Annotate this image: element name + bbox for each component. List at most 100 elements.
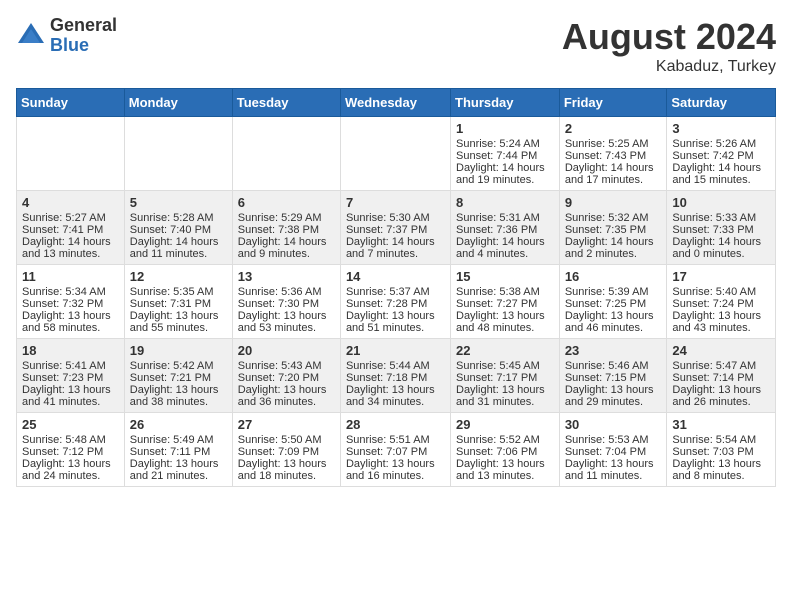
day-number: 9 xyxy=(565,195,662,210)
sunset-text: Sunset: 7:24 PM xyxy=(672,298,770,310)
sunset-text: Sunset: 7:14 PM xyxy=(672,372,770,384)
daylight-text: Daylight: 14 hours xyxy=(672,162,770,174)
sunrise-text: Sunrise: 5:47 AM xyxy=(672,360,770,372)
daylight-text: Daylight: 13 hours xyxy=(456,310,554,322)
logo: General Blue xyxy=(16,16,117,56)
sunrise-text: Sunrise: 5:32 AM xyxy=(565,212,662,224)
calendar-day-cell: 7Sunrise: 5:30 AMSunset: 7:37 PMDaylight… xyxy=(340,191,450,265)
sunset-text: Sunset: 7:12 PM xyxy=(22,446,119,458)
day-number: 7 xyxy=(346,195,445,210)
sunset-text: Sunset: 7:27 PM xyxy=(456,298,554,310)
sunset-text: Sunset: 7:06 PM xyxy=(456,446,554,458)
daylight-text: Daylight: 14 hours xyxy=(672,236,770,248)
daylight-text: and 17 minutes. xyxy=(565,174,662,186)
logo-icon xyxy=(16,21,46,51)
sunrise-text: Sunrise: 5:31 AM xyxy=(456,212,554,224)
sunrise-text: Sunrise: 5:40 AM xyxy=(672,286,770,298)
sunset-text: Sunset: 7:30 PM xyxy=(238,298,335,310)
calendar-day-cell: 16Sunrise: 5:39 AMSunset: 7:25 PMDayligh… xyxy=(559,265,667,339)
calendar-day-cell: 11Sunrise: 5:34 AMSunset: 7:32 PMDayligh… xyxy=(17,265,125,339)
sunset-text: Sunset: 7:15 PM xyxy=(565,372,662,384)
daylight-text: and 34 minutes. xyxy=(346,396,445,408)
day-number: 14 xyxy=(346,269,445,284)
sunset-text: Sunset: 7:11 PM xyxy=(130,446,227,458)
logo-text: General Blue xyxy=(50,16,117,56)
daylight-text: and 16 minutes. xyxy=(346,470,445,482)
daylight-text: Daylight: 13 hours xyxy=(130,310,227,322)
daylight-text: and 11 minutes. xyxy=(130,248,227,260)
calendar-day-cell: 22Sunrise: 5:45 AMSunset: 7:17 PMDayligh… xyxy=(451,339,560,413)
daylight-text: and 38 minutes. xyxy=(130,396,227,408)
sunrise-text: Sunrise: 5:30 AM xyxy=(346,212,445,224)
day-number: 30 xyxy=(565,417,662,432)
location-title: Kabaduz, Turkey xyxy=(562,58,776,76)
sunset-text: Sunset: 7:41 PM xyxy=(22,224,119,236)
sunset-text: Sunset: 7:18 PM xyxy=(346,372,445,384)
sunrise-text: Sunrise: 5:36 AM xyxy=(238,286,335,298)
calendar-week-row: 18 Sunrise: 5:41 AMSunset: 7:23 PM Dayligh… xyxy=(17,339,776,413)
calendar-day-cell: 26Sunrise: 5:49 AMSunset: 7:11 PMDayligh… xyxy=(124,413,232,487)
calendar-week-row: 11Sunrise: 5:34 AMSunset: 7:32 PMDayligh… xyxy=(17,265,776,339)
calendar-day-cell: 14Sunrise: 5:37 AMSunset: 7:28 PMDayligh… xyxy=(340,265,450,339)
sunrise-text: Sunrise: 5:41 AM xyxy=(22,360,119,372)
sunset-text: Sunset: 7:42 PM xyxy=(672,150,770,162)
day-number: 25 xyxy=(22,417,119,432)
sunset-text: Sunset: 7:20 PM xyxy=(238,372,335,384)
daylight-text: and 13 minutes. xyxy=(22,248,119,260)
calendar-day-cell: 9Sunrise: 5:32 AMSunset: 7:35 PMDaylight… xyxy=(559,191,667,265)
sunrise-text: Sunrise: 5:44 AM xyxy=(346,360,445,372)
sunrise-text: Sunrise: 5:46 AM xyxy=(565,360,662,372)
logo-general: General xyxy=(50,16,117,36)
day-number: 8 xyxy=(456,195,554,210)
daylight-text: Daylight: 13 hours xyxy=(565,310,662,322)
day-number: 23 xyxy=(565,343,662,358)
logo-blue: Blue xyxy=(50,36,117,56)
daylight-text: Daylight: 13 hours xyxy=(238,310,335,322)
empty-cell xyxy=(232,117,340,191)
sunrise-text: Sunrise: 5:27 AM xyxy=(22,212,119,224)
daylight-text: Daylight: 13 hours xyxy=(672,458,770,470)
day-number: 27 xyxy=(238,417,335,432)
sunrise-text: Sunrise: 5:45 AM xyxy=(456,360,554,372)
sunrise-text: Sunrise: 5:52 AM xyxy=(456,434,554,446)
daylight-text: and 26 minutes. xyxy=(672,396,770,408)
calendar-day-cell: 18Sunrise: 5:41 AMSunset: 7:23 PMDayligh… xyxy=(17,339,125,413)
day-number: 17 xyxy=(672,269,770,284)
daylight-text: Daylight: 13 hours xyxy=(22,310,119,322)
daylight-text: and 53 minutes. xyxy=(238,322,335,334)
weekday-header-tuesday: Tuesday xyxy=(232,89,340,117)
sunrise-text: Sunrise: 5:53 AM xyxy=(565,434,662,446)
sunset-text: Sunset: 7:36 PM xyxy=(456,224,554,236)
calendar-day-cell: 24Sunrise: 5:47 AMSunset: 7:14 PMDayligh… xyxy=(667,339,776,413)
sunrise-text: Sunrise: 5:28 AM xyxy=(130,212,227,224)
calendar-day-cell: 17 Sunrise: 5:40 AMSunset: 7:24 PMDayligh… xyxy=(667,265,776,339)
daylight-text: Daylight: 13 hours xyxy=(238,384,335,396)
calendar-day-cell: 27Sunrise: 5:50 AMSunset: 7:09 PMDayligh… xyxy=(232,413,340,487)
day-number: 22 xyxy=(456,343,554,358)
daylight-text: and 24 minutes. xyxy=(22,470,119,482)
calendar-header-row: SundayMondayTuesdayWednesdayThursdayFrid… xyxy=(17,89,776,117)
calendar-day-cell: 25Sunrise: 5:48 AMSunset: 7:12 PMDayligh… xyxy=(17,413,125,487)
daylight-text: and 36 minutes. xyxy=(238,396,335,408)
sunrise-text: Sunrise: 5:37 AM xyxy=(346,286,445,298)
empty-cell xyxy=(124,117,232,191)
daylight-text: Daylight: 13 hours xyxy=(672,310,770,322)
day-number: 13 xyxy=(238,269,335,284)
sunrise-text: Sunrise: 5:35 AM xyxy=(130,286,227,298)
day-number: 10 xyxy=(672,195,770,210)
daylight-text: Daylight: 13 hours xyxy=(238,458,335,470)
day-number: 2 xyxy=(565,121,662,136)
sunrise-text: Sunrise: 5:50 AM xyxy=(238,434,335,446)
calendar-day-cell: 5Sunrise: 5:28 AMSunset: 7:40 PMDaylight… xyxy=(124,191,232,265)
weekday-header-monday: Monday xyxy=(124,89,232,117)
daylight-text: Daylight: 14 hours xyxy=(565,162,662,174)
daylight-text: Daylight: 13 hours xyxy=(346,458,445,470)
day-number: 18 xyxy=(22,343,119,358)
sunset-text: Sunset: 7:31 PM xyxy=(130,298,227,310)
day-number: 15 xyxy=(456,269,554,284)
daylight-text: and 48 minutes. xyxy=(456,322,554,334)
sunrise-text: Sunrise: 5:39 AM xyxy=(565,286,662,298)
day-number: 19 xyxy=(130,343,227,358)
calendar-day-cell: 13 Sunrise: 5:36 AMSunset: 7:30 PMDayligh… xyxy=(232,265,340,339)
sunset-text: Sunset: 7:23 PM xyxy=(22,372,119,384)
